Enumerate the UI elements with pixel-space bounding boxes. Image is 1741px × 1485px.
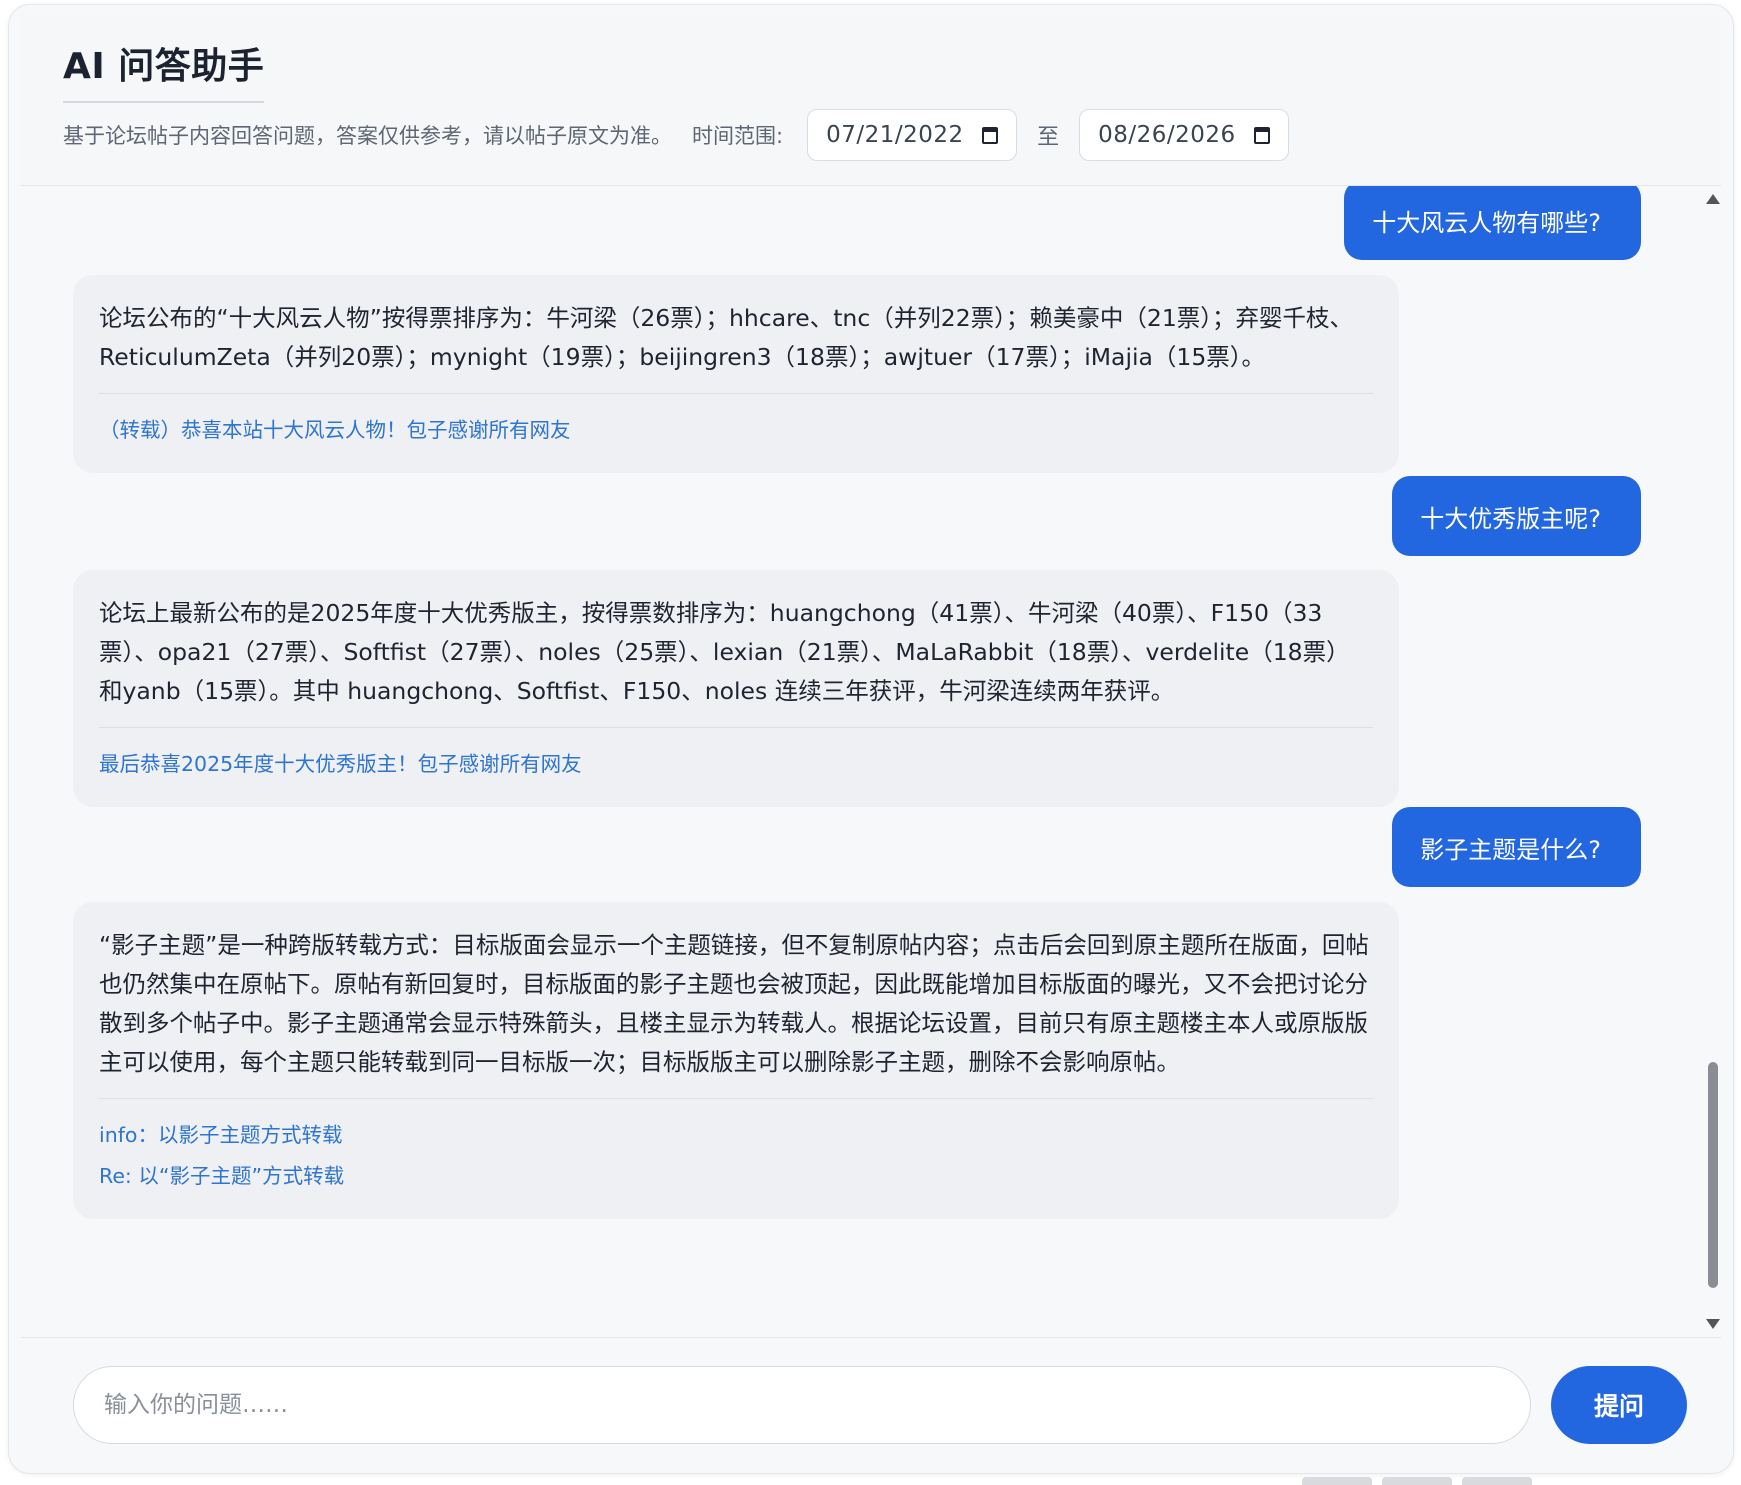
ai-answer-text: 论坛上最新公布的是2025年度十大优秀版主，按得票数排序为：huangchong… bbox=[99, 594, 1373, 728]
bottom-tab[interactable] bbox=[1462, 1477, 1532, 1485]
composer: 提问 bbox=[21, 1337, 1721, 1473]
bottom-tab-strip bbox=[1302, 1477, 1532, 1485]
source-link[interactable]: 最后恭喜2025年度十大优秀版主！包子感谢所有网友 bbox=[99, 744, 1373, 785]
source-links: （转载）恭喜本站十大风云人物！包子感谢所有网友 bbox=[99, 394, 1373, 451]
source-links: 最后恭喜2025年度十大优秀版主！包子感谢所有网友 bbox=[99, 728, 1373, 785]
calendar-icon[interactable] bbox=[1254, 126, 1271, 144]
scroll-up-arrow-icon[interactable] bbox=[1706, 194, 1720, 204]
page-title: AI 问答助手 bbox=[63, 37, 265, 103]
question-input[interactable] bbox=[73, 1366, 1531, 1444]
user-message: 十大优秀版主呢? bbox=[1392, 476, 1641, 556]
date-from-value: 07/21/2022 bbox=[826, 122, 964, 148]
ai-answer: 论坛公布的“十大风云人物”按得票排序为：牛河梁（26票）；hhcare、tnc（… bbox=[73, 275, 1399, 473]
header: AI 问答助手 基于论坛帖子内容回答问题，答案仅供参考，请以帖子原文为准。 时间… bbox=[21, 15, 1721, 186]
source-link[interactable]: （转载）恭喜本站十大风云人物！包子感谢所有网友 bbox=[99, 410, 1373, 451]
calendar-icon[interactable] bbox=[982, 126, 999, 144]
to-label: 至 bbox=[1037, 125, 1060, 150]
time-range-label: 时间范围: bbox=[692, 124, 784, 148]
date-to-value: 08/26/2026 bbox=[1098, 122, 1236, 148]
chat-messages[interactable]: 十大风云人物有哪些? 论坛公布的“十大风云人物”按得票排序为：牛河梁（26票）；… bbox=[21, 186, 1701, 1337]
source-link[interactable]: info：以影子主题方式转载 bbox=[99, 1115, 1373, 1156]
subtitle: 基于论坛帖子内容回答问题，答案仅供参考，请以帖子原文为准。 bbox=[63, 124, 672, 148]
ai-answer-text: 论坛公布的“十大风云人物”按得票排序为：牛河梁（26票）；hhcare、tnc（… bbox=[99, 299, 1373, 394]
scroll-down-arrow-icon[interactable] bbox=[1706, 1319, 1720, 1329]
app-window: AI 问答助手 基于论坛帖子内容回答问题，答案仅供参考，请以帖子原文为准。 时间… bbox=[8, 4, 1734, 1474]
user-message: 影子主题是什么? bbox=[1392, 807, 1641, 887]
scroll-thumb[interactable] bbox=[1708, 1062, 1718, 1288]
ai-answer: 论坛上最新公布的是2025年度十大优秀版主，按得票数排序为：huangchong… bbox=[73, 570, 1399, 807]
source-link[interactable]: Re: 以“影子主题”方式转载 bbox=[99, 1156, 1373, 1197]
user-message: 十大风云人物有哪些? bbox=[1344, 186, 1641, 260]
chat-scrollbar[interactable] bbox=[1701, 186, 1725, 1337]
source-links: info：以影子主题方式转载 Re: 以“影子主题”方式转载 bbox=[99, 1099, 1373, 1197]
header-subline: 基于论坛帖子内容回答问题，答案仅供参考，请以帖子原文为准。 时间范围: 07/2… bbox=[63, 107, 1290, 163]
bottom-tab[interactable] bbox=[1382, 1477, 1452, 1485]
bottom-tab[interactable] bbox=[1302, 1477, 1372, 1485]
date-to-input[interactable]: 08/26/2026 bbox=[1079, 109, 1290, 161]
ai-answer-text: “影子主题”是一种跨版转载方式：目标版面会显示一个主题链接，但不复制原帖内容；点… bbox=[99, 926, 1373, 1099]
date-from-input[interactable]: 07/21/2022 bbox=[807, 109, 1018, 161]
ask-button[interactable]: 提问 bbox=[1551, 1366, 1687, 1444]
ai-answer: “影子主题”是一种跨版转载方式：目标版面会显示一个主题链接，但不复制原帖内容；点… bbox=[73, 902, 1399, 1219]
